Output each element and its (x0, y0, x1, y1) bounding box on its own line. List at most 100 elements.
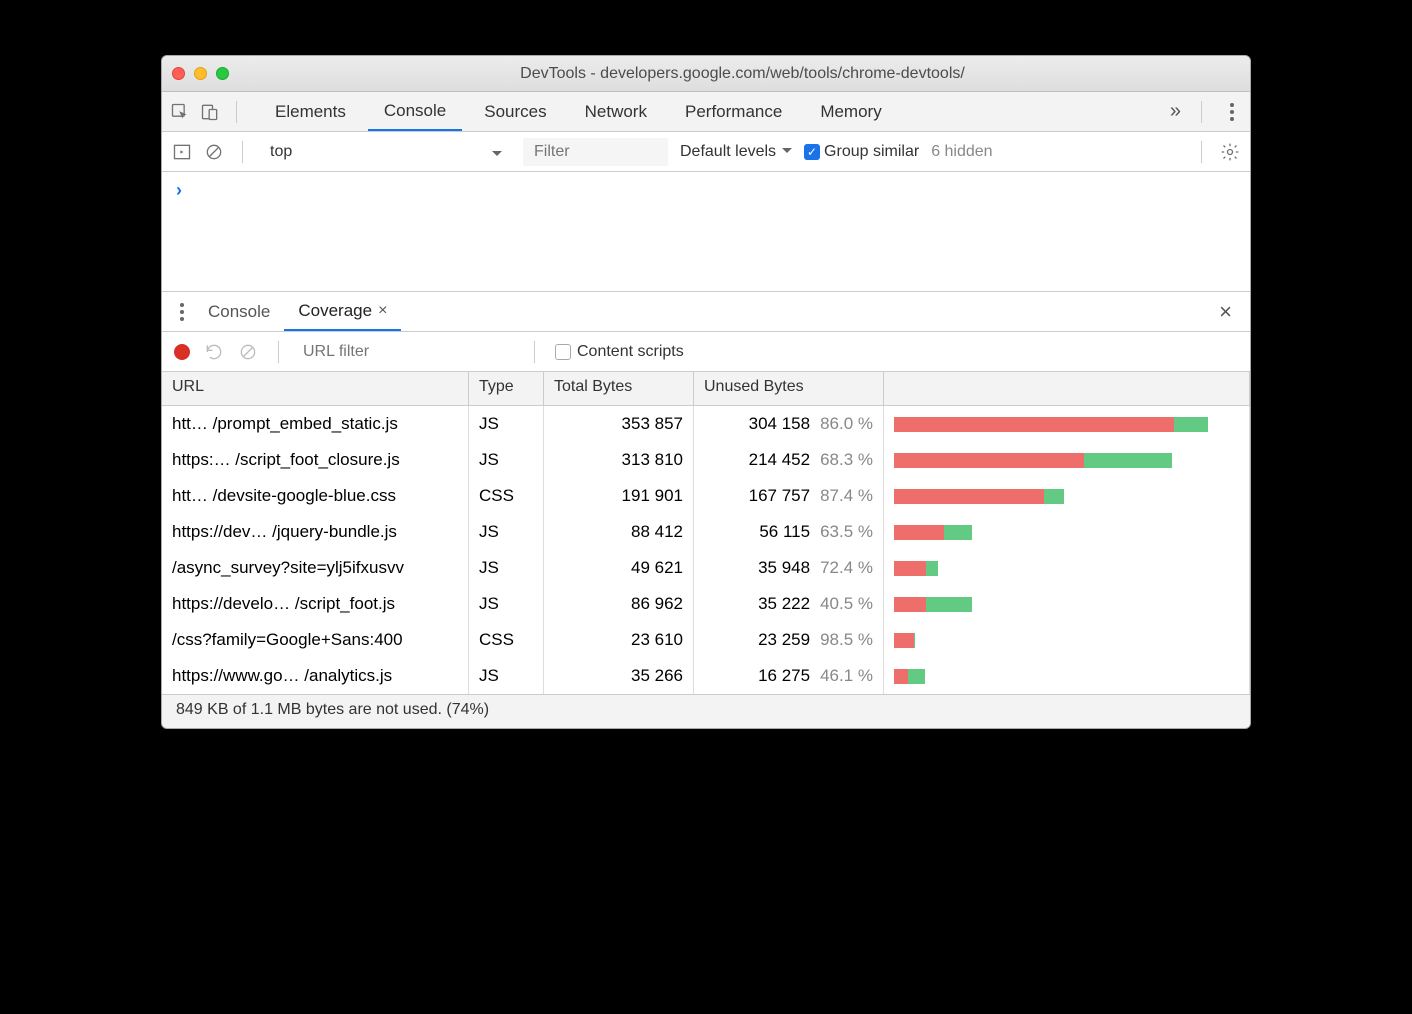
window-minimize-button[interactable] (194, 67, 207, 80)
group-similar-checkbox[interactable]: ✓ Group similar (804, 143, 919, 161)
tab-network[interactable]: Network (569, 94, 663, 130)
coverage-status-bar: 849 KB of 1.1 MB bytes are not used. (74… (162, 694, 1250, 728)
close-tab-icon[interactable]: × (378, 302, 387, 320)
cell-url: https://www.go… /analytics.js (162, 658, 469, 694)
group-similar-label: Group similar (824, 143, 919, 161)
clear-icon[interactable] (238, 342, 258, 362)
cell-url: https://dev… /jquery-bundle.js (162, 514, 469, 550)
separator (236, 101, 237, 123)
cell-total: 313 810 (544, 442, 694, 478)
cell-total: 86 962 (544, 586, 694, 622)
cell-total: 49 621 (544, 550, 694, 586)
col-header-total[interactable]: Total Bytes (544, 372, 694, 405)
cell-bar (884, 658, 1250, 694)
window-titlebar: DevTools - developers.google.com/web/too… (162, 56, 1250, 92)
coverage-row[interactable]: https://develo… /script_foot.jsJS86 9623… (162, 586, 1250, 622)
drawer-tab-console[interactable]: Console (194, 294, 284, 330)
coverage-header-row: URL Type Total Bytes Unused Bytes (162, 372, 1250, 406)
tab-elements[interactable]: Elements (259, 94, 362, 130)
coverage-row[interactable]: htt… /devsite-google-blue.cssCSS191 9011… (162, 478, 1250, 514)
content-scripts-checkbox[interactable]: Content scripts (555, 343, 684, 361)
coverage-row[interactable]: /css?family=Google+Sans:400CSS23 61023 2… (162, 622, 1250, 658)
coverage-row[interactable]: https://dev… /jquery-bundle.jsJS88 41256… (162, 514, 1250, 550)
cell-unused: 16 27546.1 % (694, 658, 884, 694)
drawer-tabbar: Console Coverage × × (162, 292, 1250, 332)
col-header-bar (884, 372, 1250, 405)
cell-url: https:… /script_foot_closure.js (162, 442, 469, 478)
separator (278, 341, 279, 363)
cell-unused: 35 22240.5 % (694, 586, 884, 622)
cell-url: /css?family=Google+Sans:400 (162, 622, 469, 658)
inspect-icon[interactable] (170, 102, 190, 122)
cell-total: 35 266 (544, 658, 694, 694)
cell-unused: 56 11563.5 % (694, 514, 884, 550)
clear-console-icon[interactable] (204, 142, 224, 162)
device-toggle-icon[interactable] (200, 102, 220, 122)
drawer-tab-coverage-label: Coverage (298, 301, 372, 321)
coverage-rows: htt… /prompt_embed_static.jsJS353 857304… (162, 406, 1250, 694)
tab-memory[interactable]: Memory (804, 94, 897, 130)
window-close-button[interactable] (172, 67, 185, 80)
separator (242, 141, 243, 163)
window-title: DevTools - developers.google.com/web/too… (245, 65, 1240, 83)
window-traffic-lights (172, 67, 229, 80)
log-levels-label: Default levels (680, 143, 776, 161)
cell-type: JS (469, 658, 544, 694)
reload-icon[interactable] (204, 342, 224, 362)
checkbox-unchecked-icon (555, 344, 571, 360)
cell-unused: 214 45268.3 % (694, 442, 884, 478)
coverage-row[interactable]: /async_survey?site=ylj5ifxusvvJS49 62135… (162, 550, 1250, 586)
cell-bar (884, 586, 1250, 622)
gear-icon[interactable] (1220, 142, 1240, 162)
cell-type: CSS (469, 478, 544, 514)
coverage-row[interactable]: https://www.go… /analytics.jsJS35 26616 … (162, 658, 1250, 694)
cell-bar (884, 550, 1250, 586)
separator (534, 341, 535, 363)
cell-url: htt… /devsite-google-blue.css (162, 478, 469, 514)
close-drawer-icon[interactable]: × (1211, 299, 1240, 325)
col-header-unused[interactable]: Unused Bytes (694, 372, 884, 405)
cell-bar (884, 406, 1250, 442)
tab-sources[interactable]: Sources (468, 94, 562, 130)
toggle-console-sidebar-icon[interactable] (172, 142, 192, 162)
col-header-type[interactable]: Type (469, 372, 544, 405)
console-filter-bar: top Default levels ✓ Group similar 6 hid… (162, 132, 1250, 172)
context-selector[interactable]: top (261, 139, 511, 165)
log-levels-dropdown[interactable]: Default levels (680, 143, 792, 161)
cell-type: JS (469, 550, 544, 586)
coverage-row[interactable]: htt… /prompt_embed_static.jsJS353 857304… (162, 406, 1250, 442)
console-filter-input[interactable] (523, 138, 668, 166)
separator (1201, 101, 1202, 123)
devtools-window: DevTools - developers.google.com/web/too… (161, 55, 1251, 729)
cell-url: /async_survey?site=ylj5ifxusvv (162, 550, 469, 586)
cell-unused: 23 25998.5 % (694, 622, 884, 658)
drawer-tab-coverage[interactable]: Coverage × (284, 293, 401, 331)
cell-unused: 304 15886.0 % (694, 406, 884, 442)
settings-menu-icon[interactable] (1230, 110, 1234, 114)
cell-bar (884, 514, 1250, 550)
checkbox-checked-icon: ✓ (804, 144, 820, 160)
cell-total: 23 610 (544, 622, 694, 658)
chevron-down-icon (782, 148, 792, 158)
window-zoom-button[interactable] (216, 67, 229, 80)
separator (1201, 141, 1202, 163)
url-filter-input[interactable] (299, 339, 514, 365)
cell-unused: 167 75787.4 % (694, 478, 884, 514)
console-output[interactable]: › (162, 172, 1250, 292)
record-button[interactable] (174, 344, 190, 360)
coverage-row[interactable]: https:… /script_foot_closure.jsJS313 810… (162, 442, 1250, 478)
cell-type: JS (469, 406, 544, 442)
col-header-url[interactable]: URL (162, 372, 469, 405)
tabs-overflow-icon[interactable]: » (1170, 100, 1181, 123)
cell-type: JS (469, 442, 544, 478)
drawer-menu-icon[interactable] (180, 310, 184, 314)
console-prompt-icon: › (176, 180, 182, 200)
tab-console[interactable]: Console (368, 93, 462, 131)
cell-bar (884, 478, 1250, 514)
cell-total: 191 901 (544, 478, 694, 514)
tab-performance[interactable]: Performance (669, 94, 798, 130)
cell-type: JS (469, 586, 544, 622)
cell-unused: 35 94872.4 % (694, 550, 884, 586)
main-tabbar: Elements Console Sources Network Perform… (162, 92, 1250, 132)
hidden-messages-count[interactable]: 6 hidden (931, 143, 992, 161)
